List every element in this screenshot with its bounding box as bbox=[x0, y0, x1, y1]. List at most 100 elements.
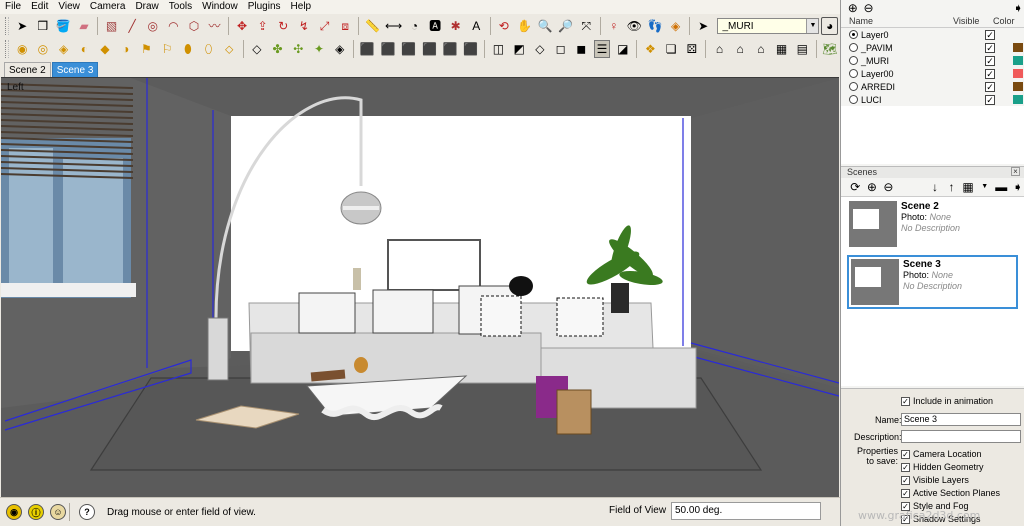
back-view-icon[interactable]: ⬛ bbox=[442, 40, 459, 58]
layer-visible-checkbox[interactable]: ✓ bbox=[985, 94, 995, 105]
arc-icon[interactable]: ◠ bbox=[165, 17, 182, 35]
menu-tools[interactable]: Tools bbox=[164, 0, 197, 14]
layer-visible-checkbox[interactable]: ✓ bbox=[985, 68, 995, 79]
toolbar-grip[interactable] bbox=[5, 17, 9, 35]
layer-row[interactable]: LUCI ✓ bbox=[841, 93, 1024, 106]
view-options-icon[interactable]: ▦ bbox=[962, 180, 975, 194]
text-icon[interactable]: 🅰 bbox=[427, 17, 444, 35]
move-scene-up-icon[interactable]: ↑ bbox=[945, 180, 958, 194]
front-view-icon[interactable]: ⬛ bbox=[400, 40, 417, 58]
photo-textures-icon[interactable]: ◉ bbox=[14, 40, 31, 58]
grid-icon[interactable]: ▤ bbox=[794, 40, 811, 58]
monochrome-icon[interactable]: ◪ bbox=[614, 40, 631, 58]
layer-row[interactable]: Layer00 ✓ bbox=[841, 67, 1024, 80]
layer-color-swatch[interactable] bbox=[1013, 95, 1023, 104]
layer-row[interactable]: _MURI ✓ bbox=[841, 54, 1024, 67]
layer-color-swatch[interactable] bbox=[1013, 69, 1023, 78]
warehouse-icon[interactable]: ⌂ bbox=[711, 40, 728, 58]
update-scene-icon[interactable]: ⟳ bbox=[849, 180, 862, 194]
house-icon[interactable]: ⌂ bbox=[732, 40, 749, 58]
menu-view[interactable]: View bbox=[53, 0, 85, 14]
active-layer-radio[interactable] bbox=[849, 69, 858, 78]
hidden-line-icon[interactable]: ◻ bbox=[552, 40, 569, 58]
zoom-extents-icon[interactable]: ⤧ bbox=[578, 17, 595, 35]
layer-row[interactable]: Layer0 ✓ bbox=[841, 28, 1024, 41]
hide-details-icon[interactable]: ▬ bbox=[995, 180, 1008, 194]
scene-card[interactable]: Scene 3 Photo: None No Description bbox=[847, 255, 1018, 309]
paint-bucket-icon[interactable]: 🪣 bbox=[55, 17, 72, 35]
include-animation-checkbox[interactable]: ✓ bbox=[901, 396, 910, 406]
active-layer-radio[interactable] bbox=[849, 56, 858, 65]
move-icon[interactable]: ✥ bbox=[234, 17, 251, 35]
close-icon[interactable]: × bbox=[1011, 167, 1020, 176]
menu-window[interactable]: Window bbox=[197, 0, 243, 14]
scale-icon[interactable]: ⤢ bbox=[316, 17, 333, 35]
active-layer-radio[interactable] bbox=[849, 95, 858, 104]
flip-edge-icon[interactable]: ◈ bbox=[331, 40, 348, 58]
freehand-icon[interactable]: 〰 bbox=[206, 17, 223, 35]
move-scene-down-icon[interactable]: ↓ bbox=[929, 180, 942, 194]
get-models-icon[interactable]: ◆ bbox=[97, 40, 114, 58]
layer-manager-icon[interactable]: ◕ bbox=[821, 17, 839, 35]
tape-measure-icon[interactable]: 📏 bbox=[364, 17, 381, 35]
map-icon[interactable]: 🗺 bbox=[822, 40, 839, 58]
left-view-icon[interactable]: ⬛ bbox=[462, 40, 479, 58]
layer-visible-checkbox[interactable]: ✓ bbox=[985, 81, 995, 92]
geo-location-icon[interactable]: ◉ bbox=[6, 504, 22, 520]
extension-warehouse-icon[interactable]: ⚐ bbox=[159, 40, 176, 58]
xray-icon[interactable]: ◫ bbox=[490, 40, 507, 58]
protractor-icon[interactable]: ◔ bbox=[406, 17, 423, 35]
smoove-icon[interactable]: ◇ bbox=[249, 40, 266, 58]
share-component-icon[interactable]: ⚑ bbox=[138, 40, 155, 58]
menu-file[interactable]: File bbox=[0, 0, 26, 14]
rectangle-icon[interactable]: ▧ bbox=[103, 17, 120, 35]
look-around-icon[interactable]: 👁 bbox=[626, 17, 643, 35]
house-alt-icon[interactable]: ⌂ bbox=[753, 40, 770, 58]
component-icon[interactable]: ❖ bbox=[642, 40, 659, 58]
follow-me-icon[interactable]: ↯ bbox=[296, 17, 313, 35]
right-view-icon[interactable]: ⬛ bbox=[421, 40, 438, 58]
stamp-icon[interactable]: ✤ bbox=[269, 40, 286, 58]
column-color[interactable]: Color bbox=[993, 16, 1015, 27]
user-icon[interactable]: ☺ bbox=[50, 504, 66, 520]
chevron-down-icon[interactable]: ▼ bbox=[978, 180, 991, 194]
delete-layer-icon[interactable]: ⊖ bbox=[863, 1, 875, 15]
circle-icon[interactable]: ◎ bbox=[144, 17, 161, 35]
3d-viewport[interactable]: Left bbox=[1, 77, 839, 497]
drape-icon[interactable]: ✣ bbox=[290, 40, 307, 58]
rotate-icon[interactable]: ↻ bbox=[275, 17, 292, 35]
layer-dropdown[interactable]: _MURI ▼ bbox=[717, 18, 820, 34]
menu-draw[interactable]: Draw bbox=[130, 0, 163, 14]
position-camera-icon[interactable]: ♀ bbox=[606, 17, 623, 35]
scene-card[interactable]: Scene 2 Photo: None No Description bbox=[847, 199, 1018, 253]
active-section-planes-checkbox[interactable]: ✓ bbox=[901, 488, 910, 498]
layer-color-swatch[interactable] bbox=[1013, 43, 1023, 52]
line-icon[interactable]: ╱ bbox=[124, 17, 141, 35]
layer-visible-checkbox[interactable]: ✓ bbox=[985, 55, 995, 66]
shaded-icon[interactable]: ◼ bbox=[573, 40, 590, 58]
add-location-icon[interactable]: ◎ bbox=[35, 40, 52, 58]
orbit-icon[interactable]: ⟲ bbox=[496, 17, 513, 35]
pan-icon[interactable]: ✋ bbox=[516, 17, 533, 35]
sandbox-contours-icon[interactable]: ⬯ bbox=[200, 40, 217, 58]
chevron-down-icon[interactable]: ▼ bbox=[806, 19, 819, 33]
polygon-icon[interactable]: ⬡ bbox=[186, 17, 203, 35]
help-icon[interactable]: ? bbox=[79, 504, 95, 520]
menu-camera[interactable]: Camera bbox=[85, 0, 131, 14]
layer-color-swatch[interactable] bbox=[1013, 82, 1023, 91]
layer-row[interactable]: ARREDI ✓ bbox=[841, 80, 1024, 93]
dice-icon[interactable]: ⚄ bbox=[683, 40, 700, 58]
window-icon[interactable]: ▦ bbox=[773, 40, 790, 58]
select-icon[interactable]: ➤ bbox=[14, 17, 31, 35]
back-edges-icon[interactable]: ◩ bbox=[511, 40, 528, 58]
visible-layers-checkbox[interactable]: ✓ bbox=[901, 475, 910, 485]
shaded-textures-icon[interactable]: ☰ bbox=[593, 40, 611, 58]
toggle-terrain-icon[interactable]: ◈ bbox=[55, 40, 72, 58]
add-detail-icon[interactable]: ✦ bbox=[311, 40, 328, 58]
top-view-icon[interactable]: ⬛ bbox=[380, 40, 397, 58]
select-icon[interactable]: ➤ bbox=[695, 17, 712, 35]
layer-visible-checkbox[interactable]: ✓ bbox=[985, 42, 995, 53]
camera-location-checkbox[interactable]: ✓ bbox=[901, 449, 910, 459]
layer-color-swatch[interactable] bbox=[1013, 56, 1023, 65]
component-options-icon[interactable]: ❏ bbox=[663, 40, 680, 58]
